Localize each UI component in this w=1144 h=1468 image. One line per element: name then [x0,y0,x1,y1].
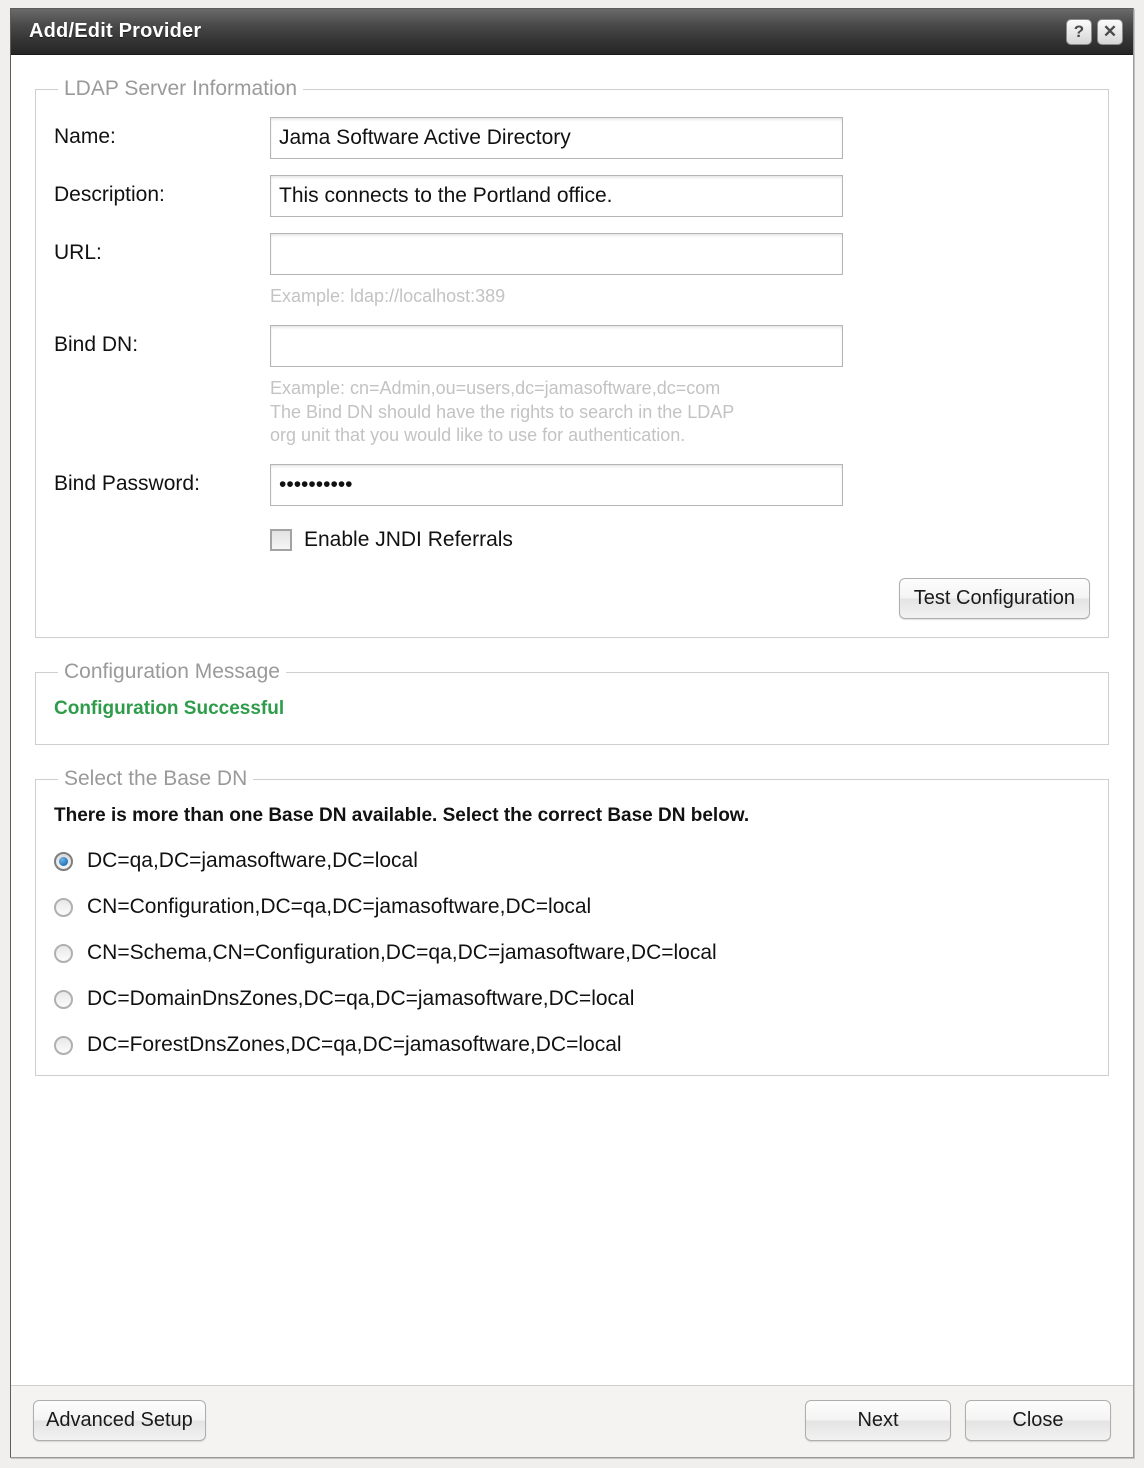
base-dn-option-4[interactable]: DC=ForestDnsZones,DC=qa,DC=jamasoftware,… [54,1033,1090,1057]
test-configuration-button[interactable]: Test Configuration [898,578,1090,619]
base-dn-option-label: DC=DomainDnsZones,DC=qa,DC=jamasoftware,… [87,987,635,1010]
description-input[interactable] [270,175,843,217]
radio-icon[interactable] [54,989,73,1009]
enable-jndi-referrals-row[interactable]: Enable JNDI Referrals [270,528,1090,552]
base-dn-option-label: CN=Schema,CN=Configuration,DC=qa,DC=jama… [87,941,717,964]
field-row-url: URL: Example: ldap://localhost:389 [54,233,1090,309]
close-button[interactable]: Close [965,1400,1111,1441]
dialog-title: Add/Edit Provider [29,20,202,42]
dialog-footer: Advanced Setup Next Close [11,1385,1133,1457]
url-label: URL: [54,241,102,264]
base-dn-instruction: There is more than one Base DN available… [54,805,750,826]
base-dn-option-3[interactable]: DC=DomainDnsZones,DC=qa,DC=jamasoftware,… [54,987,1090,1011]
configuration-message-legend: Configuration Message [64,660,280,683]
url-hint: Example: ldap://localhost:389 [270,286,506,306]
base-dn-option-1[interactable]: CN=Configuration,DC=qa,DC=jamasoftware,D… [54,895,1090,919]
add-edit-provider-dialog: Add/Edit Provider ? ✕ LDAP Server Inform… [10,8,1134,1458]
bind-dn-label: Bind DN: [54,332,139,356]
help-icon[interactable]: ? [1066,18,1092,45]
dialog-body: LDAP Server Information Name: Descriptio… [11,55,1133,1385]
base-dn-option-label: CN=Configuration,DC=qa,DC=jamasoftware,D… [87,895,592,918]
field-row-bind-password: Bind Password: [54,464,1090,506]
configuration-message-group: Configuration Message Configuration Succ… [35,660,1109,745]
configuration-status-message: Configuration Successful [54,698,285,719]
bind-password-label: Bind Password: [54,472,200,495]
name-input[interactable] [270,117,843,159]
enable-jndi-referrals-checkbox[interactable] [270,529,292,551]
bind-dn-hint: Example: cn=Admin,ou=users,dc=jamasoftwa… [270,377,735,446]
name-label: Name: [54,125,116,148]
ldap-server-information-group: LDAP Server Information Name: Descriptio… [35,77,1109,638]
test-configuration-row: Test Configuration [54,578,1090,619]
base-dn-option-0[interactable]: DC=qa,DC=jamasoftware,DC=local [54,849,1090,873]
select-base-dn-legend: Select the Base DN [64,767,248,790]
radio-icon[interactable] [54,897,73,917]
base-dn-option-label: DC=qa,DC=jamasoftware,DC=local [87,849,418,872]
description-label: Description: [54,183,165,206]
radio-icon[interactable] [54,943,73,963]
ldap-section-legend: LDAP Server Information [64,77,298,100]
url-input[interactable] [270,233,843,275]
close-icon[interactable]: ✕ [1097,18,1123,45]
radio-icon-selected[interactable] [54,851,73,871]
field-row-bind-dn: Bind DN: Example: cn=Admin,ou=users,dc=j… [54,324,1090,448]
next-button[interactable]: Next [805,1400,951,1441]
base-dn-option-label: DC=ForestDnsZones,DC=qa,DC=jamasoftware,… [87,1033,622,1056]
field-row-description: Description: [54,175,1090,217]
select-base-dn-group: Select the Base DN There is more than on… [35,767,1109,1076]
dialog-window-frame: Add/Edit Provider ? ✕ LDAP Server Inform… [0,0,1144,1468]
bind-password-input[interactable] [270,464,843,506]
field-row-name: Name: [54,117,1090,159]
base-dn-option-2[interactable]: CN=Schema,CN=Configuration,DC=qa,DC=jama… [54,941,1090,965]
advanced-setup-button[interactable]: Advanced Setup [33,1400,206,1441]
enable-jndi-referrals-label: Enable JNDI Referrals [304,528,513,551]
dialog-titlebar: Add/Edit Provider ? ✕ [11,9,1133,55]
radio-icon[interactable] [54,1035,73,1055]
titlebar-buttons: ? ✕ [1066,18,1123,45]
bind-dn-input[interactable] [270,324,843,367]
